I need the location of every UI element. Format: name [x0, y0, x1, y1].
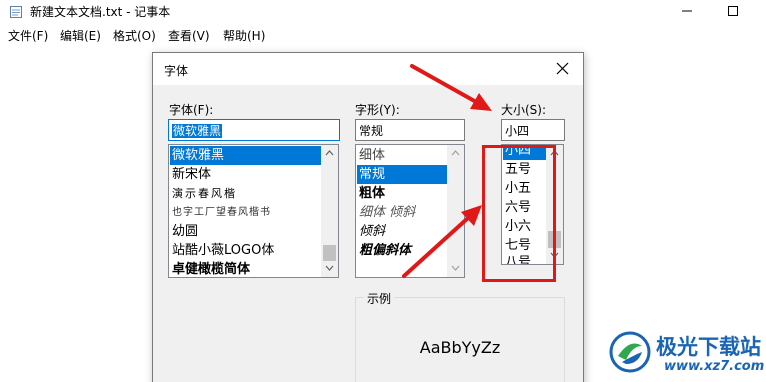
watermark-url: www.xz7.com	[664, 359, 765, 374]
font-list-item[interactable]: 演示春风楷	[170, 184, 321, 203]
scroll-up-button[interactable]	[447, 145, 464, 162]
style-list-item[interactable]: 粗偏斜体	[357, 241, 447, 260]
size-input[interactable]: 小四	[501, 119, 565, 141]
font-list-item[interactable]: 也字工厂望春风楷书	[170, 203, 321, 222]
menu-edit[interactable]: 编辑(E)	[60, 27, 101, 44]
chevron-down-icon	[325, 265, 334, 271]
scroll-down-button[interactable]	[321, 260, 338, 277]
font-label: 字体(F):	[169, 103, 214, 117]
maximize-button[interactable]	[710, 0, 756, 22]
font-list-item[interactable]: 幼圆	[170, 222, 321, 241]
style-list-item[interactable]: 细体 倾斜	[357, 203, 447, 222]
size-label: 大小(S):	[501, 103, 547, 117]
style-list-item[interactable]: 常规	[357, 165, 447, 184]
style-input[interactable]: 常规	[355, 119, 465, 141]
minimize-icon	[682, 10, 692, 12]
font-list-item[interactable]: 站酷小薇LOGO体	[170, 241, 321, 260]
style-input-value: 常规	[359, 124, 384, 138]
close-icon	[556, 62, 569, 75]
font-list-item[interactable]: 新宋体	[170, 165, 321, 184]
style-list-item[interactable]: 粗体	[357, 184, 447, 203]
menu-view[interactable]: 查看(V)	[168, 27, 210, 44]
font-listbox[interactable]: 微软雅黑 新宋体 演示春风楷 也字工厂望春风楷书 幼圆 站酷小薇LOGO体 卓健…	[168, 144, 339, 278]
font-list-item[interactable]: 卓健橄榄简体	[170, 260, 321, 277]
chevron-down-icon	[451, 265, 460, 271]
site-watermark: 极光下载站 www.xz7.com	[606, 328, 766, 382]
style-listbox[interactable]: 细体 常规 粗体 细体 倾斜 倾斜 粗偏斜体	[355, 144, 465, 278]
maximize-icon	[728, 6, 738, 16]
watermark-name: 极光下载站	[656, 335, 761, 359]
menu-format[interactable]: 格式(O)	[113, 27, 156, 44]
scroll-up-button[interactable]	[321, 145, 338, 162]
annotation-highlight-box	[482, 145, 556, 282]
preview-label: 示例	[364, 290, 395, 307]
chevron-up-icon	[325, 150, 334, 156]
size-input-value: 小四	[505, 124, 530, 138]
scroll-down-button[interactable]	[447, 260, 464, 277]
menu-help[interactable]: 帮助(H)	[223, 27, 265, 44]
style-scrollbar[interactable]	[447, 145, 464, 277]
chevron-up-icon	[451, 150, 460, 156]
style-label: 字形(Y):	[355, 103, 400, 117]
style-list-item[interactable]: 倾斜	[357, 222, 447, 241]
style-list-item[interactable]: 细体	[357, 146, 447, 165]
preview-group: 示例 AaBbYyZz	[355, 290, 565, 382]
watermark-logo-icon	[609, 331, 651, 373]
font-scrollbar[interactable]	[321, 145, 338, 277]
font-input-value: 微软雅黑	[172, 124, 223, 138]
preview-sample-text: AaBbYyZz	[419, 338, 501, 357]
dialog-close-button[interactable]	[543, 53, 583, 85]
notepad-icon	[9, 4, 23, 18]
font-input[interactable]: 微软雅黑	[168, 119, 340, 141]
window-title: 新建文本文档.txt - 记事本	[30, 5, 171, 19]
dialog-titlebar: 字体	[153, 53, 583, 85]
menu-file[interactable]: 文件(F)	[8, 27, 48, 44]
minimize-button[interactable]	[664, 0, 710, 22]
window-titlebar: 新建文本文档.txt - 记事本	[0, 0, 766, 22]
dialog-title: 字体	[164, 64, 189, 78]
menu-bar: 文件(F) 编辑(E) 格式(O) 查看(V) 帮助(H)	[0, 24, 766, 46]
scroll-thumb[interactable]	[323, 245, 336, 261]
font-list-item[interactable]: 微软雅黑	[170, 146, 321, 165]
